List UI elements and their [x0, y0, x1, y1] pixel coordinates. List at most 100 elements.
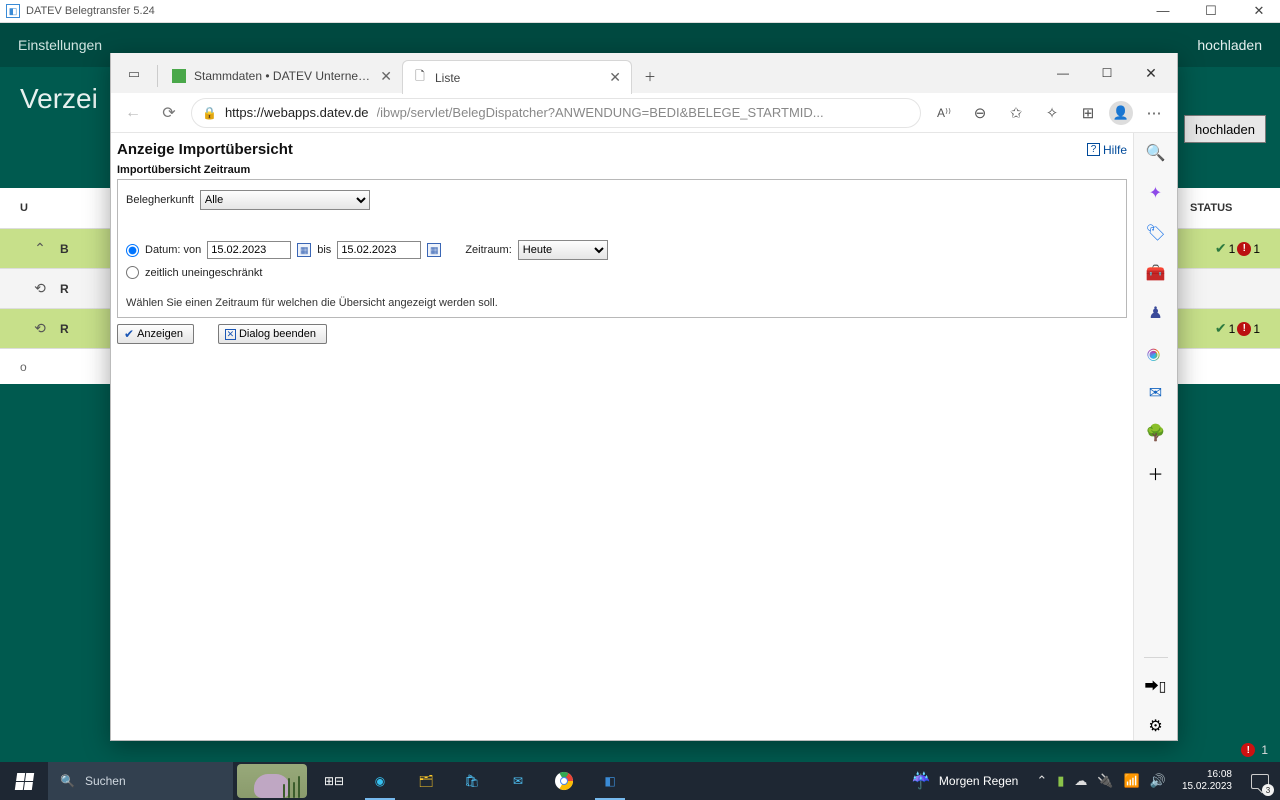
- tab-close-icon[interactable]: ✕: [380, 68, 392, 85]
- start-button[interactable]: [0, 762, 48, 800]
- profile-button[interactable]: 👤: [1109, 101, 1133, 125]
- zoom-out-button[interactable]: ⊖: [965, 98, 995, 128]
- taskbar-clock[interactable]: 16:08 15.02.2023: [1174, 769, 1240, 793]
- taskbar-app-store[interactable]: 🛍: [449, 762, 495, 800]
- col-status: STATUS: [1190, 202, 1260, 214]
- app-icon: ◧: [6, 4, 20, 18]
- tools-icon[interactable]: 🧰: [1142, 259, 1170, 287]
- clock-date: 15.02.2023: [1182, 781, 1232, 793]
- unrestricted-label: zeitlich uneingeschränkt: [145, 267, 262, 279]
- power-tray-icon[interactable]: 🔌: [1097, 773, 1113, 789]
- taskbar-search[interactable]: 🔍 Suchen: [48, 762, 233, 800]
- taskbar-app-chrome[interactable]: [541, 762, 587, 800]
- taskbar: 🔍 Suchen ⊞⊟ ◉ 🗂 🛍 ✉ ◧ ☔ Morgen Regen ⌃ ▮…: [0, 762, 1280, 800]
- help-link[interactable]: ? Hilfe: [1087, 143, 1127, 157]
- menu-settings[interactable]: Einstellungen: [18, 37, 102, 53]
- search-placeholder: Suchen: [85, 774, 126, 788]
- row-text: B: [60, 242, 69, 256]
- herkunft-select[interactable]: Alle: [200, 190, 370, 210]
- add-sidebar-icon[interactable]: ＋: [1142, 459, 1170, 487]
- office-icon[interactable]: ◉: [1142, 339, 1170, 367]
- lock-icon[interactable]: 🔒: [202, 106, 217, 120]
- chevron-up-icon[interactable]: ⌃: [20, 240, 60, 257]
- zeitraum-select[interactable]: Heute: [518, 240, 608, 260]
- notification-badge: 3: [1262, 784, 1274, 796]
- date-from-input[interactable]: [207, 241, 291, 259]
- error-icon: !: [1241, 743, 1255, 757]
- url-path: /ibwp/servlet/BelegDispatcher?ANWENDUNG=…: [377, 105, 824, 120]
- bis-label: bis: [317, 244, 331, 256]
- outlook-icon[interactable]: ✉: [1142, 379, 1170, 407]
- read-aloud-button[interactable]: A⁾⁾: [929, 98, 959, 128]
- hide-sidebar-icon[interactable]: ⮕▯: [1142, 672, 1170, 700]
- url-box[interactable]: 🔒 https://webapps.datev.de/ibwp/servlet/…: [191, 98, 921, 128]
- back-button[interactable]: ←: [119, 99, 147, 127]
- menu-upload-all-label[interactable]: hochladen: [1197, 37, 1262, 53]
- games-icon[interactable]: ♟: [1142, 299, 1170, 327]
- radio-date-range[interactable]: [126, 244, 139, 257]
- taskbar-weather[interactable]: ☔ Morgen Regen: [901, 771, 1028, 791]
- maximize-button[interactable]: ☐: [1196, 3, 1226, 19]
- upload-button[interactable]: hochladen: [1184, 115, 1266, 143]
- sync-icon: ⟲: [20, 280, 60, 297]
- calendar-icon[interactable]: ▦: [297, 243, 311, 257]
- tray-chevron-icon[interactable]: ⌃: [1036, 773, 1047, 789]
- zeitraum-label: Zeitraum:: [465, 244, 511, 256]
- collections-button[interactable]: ✧: [1037, 98, 1067, 128]
- browser-minimize-button[interactable]: —: [1041, 53, 1085, 93]
- show-button[interactable]: ✔ Anzeigen: [117, 324, 194, 344]
- col-upload: U: [20, 202, 100, 214]
- taskbar-app-mail[interactable]: ✉: [495, 762, 541, 800]
- tab-stammdaten[interactable]: Stammdaten • DATEV Unternehm ✕: [162, 59, 402, 93]
- favicon-icon: 🗋: [413, 71, 427, 85]
- error-icon: !: [1237, 242, 1251, 256]
- close-dialog-button[interactable]: ✕ Dialog beenden: [218, 324, 327, 344]
- date-to-input[interactable]: [337, 241, 421, 259]
- refresh-button[interactable]: ⟳: [155, 99, 183, 127]
- radio-unrestricted[interactable]: [126, 266, 139, 279]
- sidebar-settings-icon[interactable]: ⚙: [1142, 712, 1170, 740]
- wifi-icon[interactable]: 📶: [1124, 773, 1140, 789]
- weather-text: Morgen Regen: [939, 774, 1018, 788]
- browser-maximize-button[interactable]: ☐: [1085, 53, 1129, 93]
- minimize-button[interactable]: —: [1148, 3, 1178, 19]
- weather-icon: ☔: [911, 771, 931, 791]
- tab-actions-button[interactable]: ▭: [115, 55, 153, 93]
- tab-liste[interactable]: 🗋 Liste ✕: [402, 60, 632, 94]
- system-tray[interactable]: ⌃ ▮ ☁ 🔌 📶 🔊: [1028, 773, 1174, 789]
- check-icon: ✔: [1215, 320, 1227, 337]
- app-titlebar: ◧ DATEV Belegtransfer 5.24 — ☐ ✕: [0, 0, 1280, 23]
- action-center-button[interactable]: 3: [1240, 762, 1280, 800]
- onedrive-icon[interactable]: 🌳: [1142, 419, 1170, 447]
- new-tab-button[interactable]: ＋: [632, 59, 668, 93]
- tab-close-icon[interactable]: ✕: [609, 69, 621, 86]
- taskbar-app-edge[interactable]: ◉: [357, 762, 403, 800]
- favorite-button[interactable]: ✩: [1001, 98, 1031, 128]
- browser-close-button[interactable]: ✕: [1129, 53, 1173, 93]
- taskbar-app-explorer[interactable]: 🗂: [403, 762, 449, 800]
- date-from-label: Datum: von: [145, 244, 201, 256]
- taskbar-app-datev[interactable]: ◧: [587, 762, 633, 800]
- favicon-icon: [172, 69, 186, 83]
- settings-menu-button[interactable]: ⋯: [1139, 98, 1169, 128]
- extensions-button[interactable]: ⊞: [1073, 98, 1103, 128]
- edge-sidebar: 🔍 ✦ 🏷 🧰 ♟ ◉ ✉ 🌳 ＋ ⮕▯ ⚙: [1133, 133, 1177, 740]
- battery-icon[interactable]: ▮: [1057, 773, 1064, 789]
- calendar-icon[interactable]: ▦: [427, 243, 441, 257]
- volume-icon[interactable]: 🔊: [1150, 773, 1166, 789]
- task-view-button[interactable]: ⊞⊟: [311, 762, 357, 800]
- check-icon: ✔: [1215, 240, 1227, 257]
- window-controls: — ☐ ✕: [1148, 3, 1274, 19]
- filter-fieldset: Belegherkunft Alle Datum: von ▦ bis ▦: [117, 179, 1127, 318]
- shopping-icon[interactable]: 🏷: [1142, 219, 1170, 247]
- taskbar-widget[interactable]: [237, 764, 307, 798]
- help-icon: ?: [1087, 143, 1100, 156]
- search-icon[interactable]: 🔍: [1142, 139, 1170, 167]
- sync-icon: ⟲: [20, 320, 60, 337]
- hint-text: Wählen Sie einen Zeitraum für welchen di…: [126, 297, 1118, 309]
- onedrive-tray-icon[interactable]: ☁: [1074, 773, 1087, 789]
- discover-icon[interactable]: ✦: [1142, 179, 1170, 207]
- clock-time: 16:08: [1207, 769, 1232, 781]
- close-button[interactable]: ✕: [1244, 3, 1274, 19]
- app-title: DATEV Belegtransfer 5.24: [26, 5, 155, 17]
